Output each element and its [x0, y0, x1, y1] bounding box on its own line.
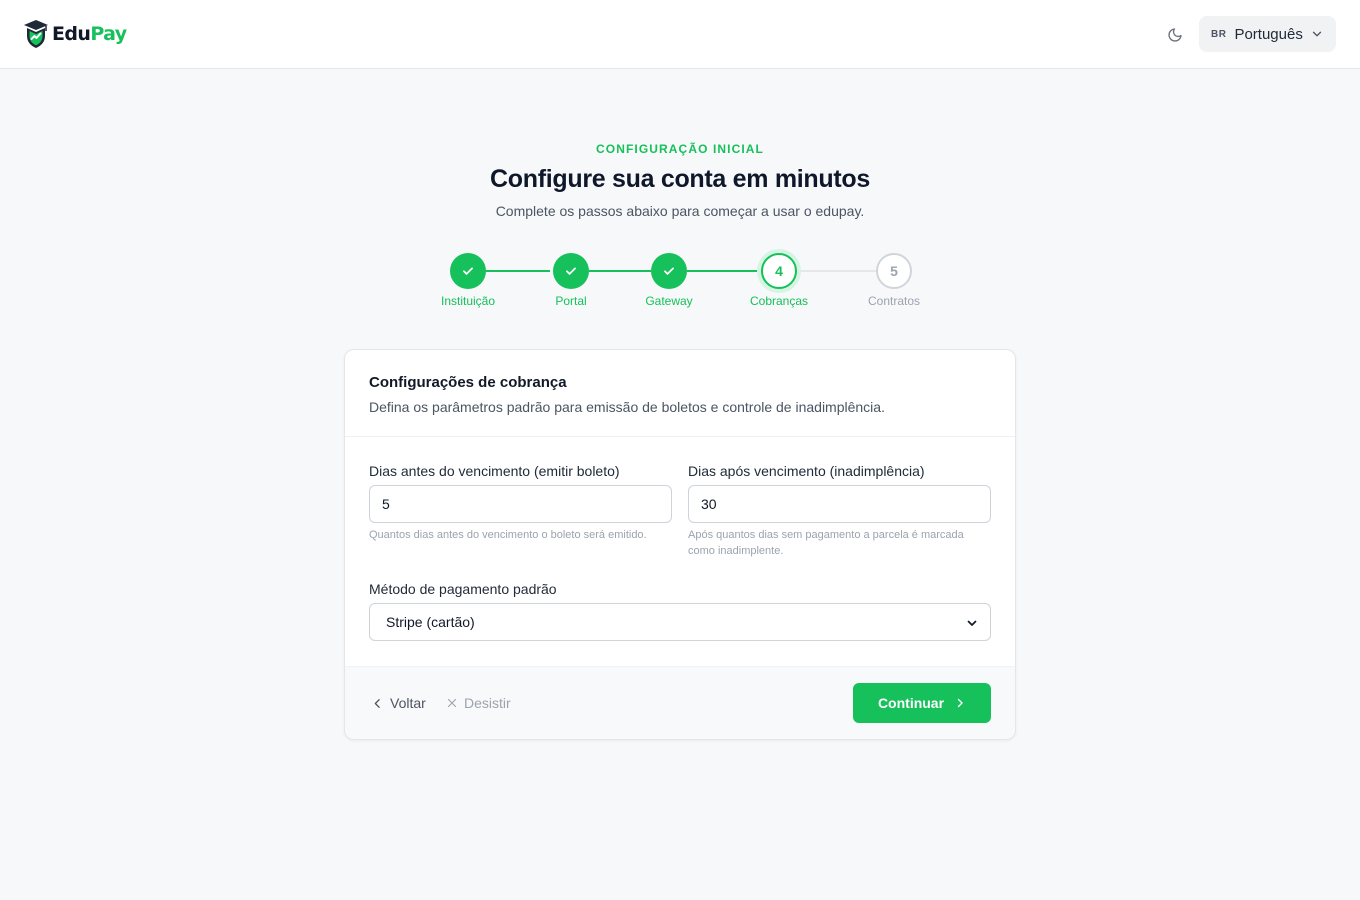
step-connector: [797, 270, 876, 272]
card-description: Defina os parâmetros padrão para emissão…: [369, 399, 885, 415]
moon-icon: [1168, 28, 1182, 42]
payment-method-value: Stripe (cartão): [386, 614, 475, 630]
card-header: Configurações de cobrança Defina os parâ…: [345, 350, 1015, 437]
step-connector: [486, 270, 550, 272]
language-label: Português: [1234, 25, 1303, 43]
step-5-label: Contratos: [867, 294, 921, 308]
step-connector: [589, 270, 651, 272]
chevron-down-icon: [967, 620, 977, 626]
check-icon: [566, 267, 576, 275]
days-after-label: Dias após vencimento (inadimplência): [688, 463, 925, 479]
billing-settings-card: Configurações de cobrança Defina os parâ…: [344, 349, 1016, 740]
quit-label: Desistir: [464, 695, 511, 711]
back-label: Voltar: [390, 695, 426, 711]
continue-label: Continuar: [877, 695, 945, 711]
days-after-hint: Após quantos dias sem pagamento a parcel…: [688, 529, 964, 557]
days-before-input[interactable]: [369, 485, 672, 523]
check-icon: [664, 267, 674, 275]
close-icon: [447, 698, 457, 708]
step-4-label: Cobranças: [749, 294, 809, 308]
back-button[interactable]: Voltar: [371, 695, 426, 711]
card-title: Configurações de cobrança: [369, 374, 567, 391]
payment-method-label: Método de pagamento padrão: [369, 581, 557, 597]
eyebrow-label: CONFIGURAÇÃO INICIAL: [596, 142, 764, 156]
step-1-circle[interactable]: [450, 253, 486, 289]
check-icon: [463, 267, 473, 275]
days-before-hint: Quantos dias antes do vencimento o bolet…: [369, 529, 647, 541]
chevron-right-icon: [957, 698, 963, 708]
page-subtitle: Complete os passos abaixo para começar a…: [495, 203, 865, 219]
logo-wordmark: EduPay: [52, 23, 127, 45]
step-3-circle[interactable]: [651, 253, 687, 289]
page-title: Configure sua conta em minutos: [490, 165, 870, 193]
graduation-shield-icon: [24, 20, 48, 48]
edupay-logo[interactable]: EduPay: [23, 19, 127, 49]
language-selector[interactable]: BR Português: [1199, 16, 1336, 52]
step-connector: [687, 270, 761, 272]
payment-method-select[interactable]: Stripe (cartão): [369, 603, 991, 641]
card-footer: Voltar Desistir Continuar: [345, 666, 1015, 739]
logo-text-edu: Edu: [52, 23, 91, 45]
top-bar: EduPay BR Português: [0, 0, 1360, 69]
logo-text-pay: Pay: [90, 23, 127, 45]
continue-button[interactable]: Continuar: [853, 683, 991, 723]
step-3-label: Gateway: [645, 294, 693, 308]
step-4-circle[interactable]: 4: [761, 253, 797, 289]
quit-button[interactable]: Desistir: [446, 695, 511, 711]
language-code: BR: [1211, 28, 1227, 40]
days-before-label: Dias antes do vencimento (emitir boleto): [369, 463, 620, 479]
chevron-down-icon: [1312, 31, 1322, 37]
step-2-circle[interactable]: [553, 253, 589, 289]
step-1-label: Instituição: [440, 294, 496, 308]
step-5-circle[interactable]: 5: [876, 253, 912, 289]
theme-toggle-button[interactable]: [1163, 23, 1187, 47]
chevron-left-icon: [374, 698, 380, 708]
days-after-input[interactable]: [688, 485, 991, 523]
